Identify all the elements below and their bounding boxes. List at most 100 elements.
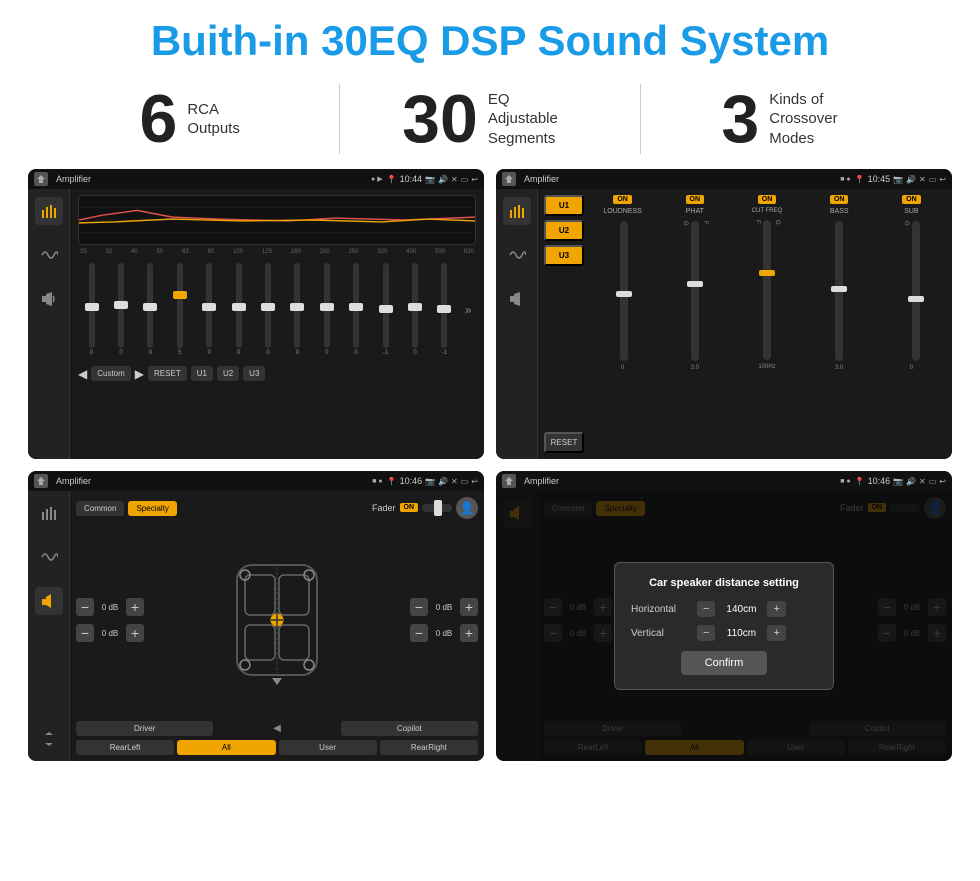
eq-icon-2[interactable]: [503, 197, 531, 225]
driver-btn[interactable]: Driver: [76, 721, 213, 736]
vertical-minus-btn[interactable]: −: [697, 625, 715, 641]
loudness-ctrl: ON LOUDNESS 0: [588, 195, 657, 453]
eq-slider-12[interactable]: 0: [401, 263, 428, 356]
wave-icon[interactable]: [35, 241, 63, 269]
eq-icon[interactable]: [35, 197, 63, 225]
home-icon-2[interactable]: [502, 172, 516, 186]
plus-btn-1[interactable]: +: [126, 598, 144, 616]
stat-label-crossover: Kinds ofCrossover Modes: [769, 90, 859, 149]
eq-slider-7[interactable]: 0: [254, 263, 281, 356]
u1-btn-1[interactable]: U1: [191, 366, 213, 381]
db-value-2: 0 dB: [97, 629, 123, 638]
plus-btn-3[interactable]: +: [460, 598, 478, 616]
amp2-controls-row: ON LOUDNESS 0 ON PHAT: [588, 195, 946, 453]
custom-btn[interactable]: Custom: [91, 366, 131, 381]
stats-row: 6 RCAOutputs 30 EQ AdjustableSegments 3 …: [0, 74, 980, 169]
back-icon-1[interactable]: ↩: [471, 175, 478, 184]
amp2-content-area: U1 U2 U3 RESET ON LOUDNESS: [538, 189, 952, 459]
db-control-1: − 0 dB +: [76, 598, 144, 616]
phat-slider[interactable]: [691, 221, 699, 361]
eq-bottom-bar: ◀ Custom ▶ RESET U1 U2 U3: [78, 366, 476, 381]
app-title-3: Amplifier: [56, 476, 368, 486]
speaker-icon-2[interactable]: [503, 285, 531, 313]
time-2: 10:45: [868, 174, 891, 184]
eq-slider-5[interactable]: 0: [196, 263, 223, 356]
speaker-icon-3[interactable]: [35, 587, 63, 615]
location-icon-4: 📍: [855, 477, 865, 486]
freq-400: 400: [406, 249, 416, 255]
prev-icon[interactable]: ◀: [78, 367, 87, 381]
eq-main: 25 32 40 50 63 80 100 125 160 200 250 32…: [70, 189, 484, 459]
u1-preset-btn[interactable]: U1: [544, 195, 584, 216]
eq-slider-9[interactable]: 0: [313, 263, 340, 356]
back-icon-2[interactable]: ↩: [939, 175, 946, 184]
arrows-icon[interactable]: [35, 725, 63, 753]
fader-h-slider[interactable]: [422, 504, 452, 512]
speaker-icon[interactable]: [35, 285, 63, 313]
horizontal-minus-btn[interactable]: −: [697, 601, 715, 617]
cutfreq-val: 100Hz: [758, 364, 775, 370]
vertical-plus-btn[interactable]: +: [767, 625, 785, 641]
plus-btn-2[interactable]: +: [126, 624, 144, 642]
eq-slider-3[interactable]: 0: [137, 263, 164, 356]
x-icon-1: ✕: [451, 175, 458, 184]
db-control-4: − 0 dB +: [410, 624, 478, 642]
minus-btn-1[interactable]: −: [76, 598, 94, 616]
on-badge-bass: ON: [830, 195, 849, 204]
minus-btn-2[interactable]: −: [76, 624, 94, 642]
home-icon-1[interactable]: [34, 172, 48, 186]
user-btn[interactable]: User: [279, 740, 377, 755]
copilot-btn[interactable]: Copilot: [341, 721, 478, 736]
db-value-1: 0 dB: [97, 603, 123, 612]
cutfreq-slider[interactable]: [763, 220, 771, 360]
on-badge-cutfreq: ON: [758, 195, 777, 204]
on-badge-phat: ON: [686, 195, 705, 204]
home-icon-3[interactable]: [34, 474, 48, 488]
person-icon: 👤: [456, 497, 478, 519]
all-btn[interactable]: All: [177, 740, 275, 755]
page-title: Buith-in 30EQ DSP Sound System: [0, 0, 980, 74]
reset-btn-1[interactable]: RESET: [148, 366, 187, 381]
eq-slider-4[interactable]: 5: [166, 263, 193, 356]
horizontal-plus-btn[interactable]: +: [767, 601, 785, 617]
eq-slider-13[interactable]: -1: [431, 263, 458, 356]
sub-slider[interactable]: [912, 221, 920, 361]
reset-preset-btn[interactable]: RESET: [544, 432, 584, 453]
freq-320: 320: [377, 249, 387, 255]
freq-63: 63: [182, 249, 189, 255]
minus-btn-3[interactable]: −: [410, 598, 428, 616]
screen-dialog: Amplifier ■ ● 📍 10:46 📷 🔊 ✕ ▭ ↩ Comm: [496, 471, 952, 761]
common-tab-3[interactable]: Common: [76, 501, 124, 516]
u3-btn-1[interactable]: U3: [243, 366, 265, 381]
eq-slider-2[interactable]: 0: [107, 263, 134, 356]
specialty-tab-3[interactable]: Specialty: [128, 501, 176, 516]
home-icon-4[interactable]: [502, 474, 516, 488]
minus-btn-4[interactable]: −: [410, 624, 428, 642]
back-icon-4[interactable]: ↩: [939, 477, 946, 486]
eq-icon-3[interactable]: [35, 499, 63, 527]
stat-number-rca: 6: [139, 85, 177, 153]
u3-preset-btn[interactable]: U3: [544, 245, 584, 266]
db-control-2: − 0 dB +: [76, 624, 144, 642]
next-icon[interactable]: ▶: [135, 367, 144, 381]
eq-slider-11[interactable]: -1: [372, 263, 399, 356]
loudness-slider[interactable]: [620, 221, 628, 361]
wave-icon-3[interactable]: [35, 543, 63, 571]
eq-slider-8[interactable]: 0: [284, 263, 311, 356]
back-icon-3[interactable]: ↩: [471, 477, 478, 486]
u2-preset-btn[interactable]: U2: [544, 220, 584, 241]
eq-slider-6[interactable]: 0: [225, 263, 252, 356]
wave-icon-2[interactable]: [503, 241, 531, 269]
eq-slider-10[interactable]: 0: [343, 263, 370, 356]
plus-btn-4[interactable]: +: [460, 624, 478, 642]
eq-more-arrows[interactable]: »: [460, 303, 476, 317]
camera-icon-1: 📷: [425, 175, 435, 184]
eq-slider-1[interactable]: 0: [78, 263, 105, 356]
freq-40: 40: [131, 249, 138, 255]
u2-btn-1[interactable]: U2: [217, 366, 239, 381]
rearright-btn[interactable]: RearRight: [380, 740, 478, 755]
bass-slider[interactable]: [835, 221, 843, 361]
freq-32: 32: [106, 249, 113, 255]
confirm-button[interactable]: Confirm: [681, 651, 768, 675]
rearleft-btn[interactable]: RearLeft: [76, 740, 174, 755]
